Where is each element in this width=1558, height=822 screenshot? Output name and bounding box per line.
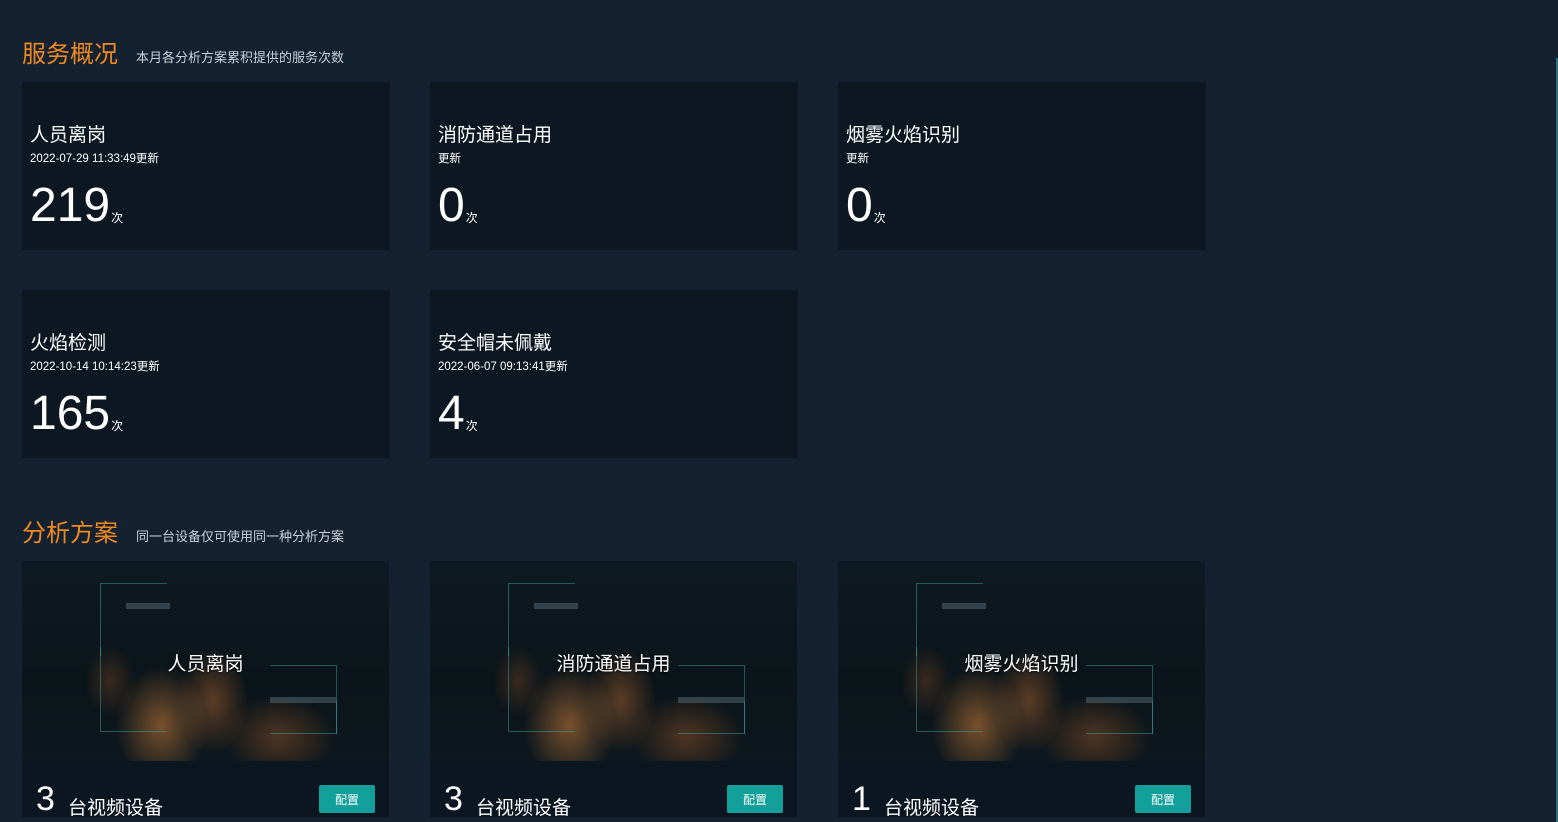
stat-card-0: 人员离岗 2022-07-29 11:33:49更新 219 次 <box>22 82 390 250</box>
detection-frame <box>678 701 745 734</box>
plan-name: 烟雾火焰识别 <box>964 654 1079 675</box>
detection-frame <box>270 701 337 734</box>
stat-card-time: 更新 <box>438 153 461 165</box>
overview-title: 服务概况 <box>22 41 118 68</box>
frame-label-bar <box>270 697 336 703</box>
stat-card-1: 消防通道占用 更新 0 次 <box>430 82 798 250</box>
page: 服务概况 本月各分析方案累积提供的服务次数 人员离岗 2022-07-29 11… <box>0 0 1558 822</box>
stat-card-count: 219 <box>30 179 111 232</box>
frame-label-bar <box>126 603 170 609</box>
overview-subtitle: 本月各分析方案累积提供的服务次数 <box>136 50 345 65</box>
stat-card-value-wrap: 4 次 <box>438 388 478 440</box>
frame-label-bar <box>1086 697 1152 703</box>
stat-card-name: 火焰检测 <box>30 333 107 354</box>
stat-card-name: 消防通道占用 <box>438 125 553 146</box>
detection-frame <box>916 583 983 656</box>
plans-header: 分析方案 同一台设备仅可使用同一种分析方案 <box>22 513 344 548</box>
stat-card-count: 0 <box>438 179 465 232</box>
stat-card-unit: 次 <box>465 211 478 225</box>
frame-label-bar <box>942 603 986 609</box>
frame-label-bar <box>534 603 578 609</box>
stat-card-unit: 次 <box>111 419 124 433</box>
stat-card-time: 2022-07-29 11:33:49更新 <box>30 153 159 165</box>
stat-card-2: 烟雾火焰识别 更新 0 次 <box>838 82 1206 250</box>
plan-name: 消防通道占用 <box>556 654 671 675</box>
plan-name: 人员离岗 <box>167 654 244 675</box>
stat-card-time: 2022-06-07 09:13:41更新 <box>438 361 568 373</box>
plans-title: 分析方案 <box>22 520 118 547</box>
device-count: 3 <box>444 780 463 817</box>
frame-label-bar <box>678 697 744 703</box>
plan-thumbnail-image: 烟雾火焰识别 <box>838 561 1205 761</box>
configure-button[interactable]: 配置 <box>319 785 375 813</box>
device-count-label: 台视频设备 <box>884 798 980 817</box>
plan-footer: 3 台视频设备 配置 <box>430 761 797 817</box>
stat-card-count: 4 <box>438 387 465 440</box>
stat-card-count: 165 <box>30 387 111 440</box>
stat-card-value-wrap: 219 次 <box>30 180 123 232</box>
stat-card-unit: 次 <box>465 419 478 433</box>
stat-card-time: 更新 <box>846 153 869 165</box>
plan-card-2[interactable]: 烟雾火焰识别 1 台视频设备 配置 <box>838 561 1205 817</box>
stat-card-unit: 次 <box>873 211 886 225</box>
plans-subtitle: 同一台设备仅可使用同一种分析方案 <box>136 529 345 544</box>
configure-button[interactable]: 配置 <box>1135 785 1191 813</box>
plan-card-0[interactable]: 人员离岗 3 台视频设备 配置 <box>22 561 389 817</box>
device-count: 3 <box>36 780 55 817</box>
plan-footer: 3 台视频设备 配置 <box>22 761 389 817</box>
stat-card-name: 安全帽未佩戴 <box>438 333 553 354</box>
plan-footer: 1 台视频设备 配置 <box>838 761 1205 817</box>
stat-card-unit: 次 <box>111 211 124 225</box>
device-count-label: 台视频设备 <box>476 798 572 817</box>
stat-card-time: 2022-10-14 10:14:23更新 <box>30 361 160 373</box>
stat-card-name: 人员离岗 <box>30 125 107 146</box>
stat-card-name: 烟雾火焰识别 <box>846 125 961 146</box>
stat-card-value-wrap: 0 次 <box>438 180 478 232</box>
overview-header: 服务概况 本月各分析方案累积提供的服务次数 <box>22 34 344 69</box>
detection-frame <box>508 583 575 656</box>
configure-button[interactable]: 配置 <box>727 785 783 813</box>
plan-card-1[interactable]: 消防通道占用 3 台视频设备 配置 <box>430 561 797 817</box>
stat-card-value-wrap: 165 次 <box>30 388 123 440</box>
stat-card-3: 火焰检测 2022-10-14 10:14:23更新 165 次 <box>22 290 390 458</box>
detection-frame <box>1086 701 1153 734</box>
plan-thumbnail-image: 人员离岗 <box>22 561 389 761</box>
plan-thumbnail-image: 消防通道占用 <box>430 561 797 761</box>
device-count-label: 台视频设备 <box>68 798 164 817</box>
device-count: 1 <box>852 780 871 817</box>
stat-card-4: 安全帽未佩戴 2022-06-07 09:13:41更新 4 次 <box>430 290 798 458</box>
detection-frame <box>100 583 167 656</box>
stat-card-value-wrap: 0 次 <box>846 180 886 232</box>
stat-card-count: 0 <box>846 179 873 232</box>
